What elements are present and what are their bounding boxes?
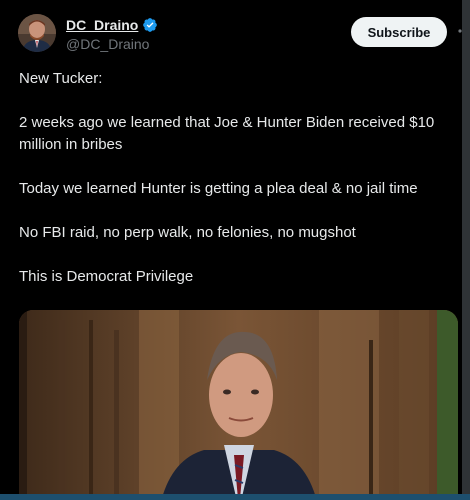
post-text: New Tucker: 2 weeks ago we learned that … (19, 68, 455, 310)
video-thumbnail[interactable] (19, 310, 458, 500)
avatar[interactable] (18, 14, 56, 52)
post-paragraph: This is Democrat Privilege (19, 268, 194, 285)
subscribe-button[interactable]: Subscribe (351, 17, 447, 47)
avatar-image (18, 14, 56, 52)
post-paragraph: No FBI raid, no perp walk, no felonies, … (19, 224, 356, 241)
post-paragraph: New Tucker: (19, 70, 103, 87)
display-name[interactable]: DC_Draino (66, 17, 138, 33)
post-frame: DC_Draino @DC_Draino Subscribe New Tucke… (0, 0, 470, 500)
verified-badge-icon (142, 17, 158, 33)
post-paragraph: Today we learned Hunter is getting a ple… (19, 180, 418, 197)
post-header: DC_Draino @DC_Draino Subscribe (18, 14, 468, 58)
author-block: DC_Draino @DC_Draino (66, 16, 158, 52)
handle[interactable]: @DC_Draino (66, 36, 158, 52)
display-name-row: DC_Draino (66, 16, 158, 34)
post-paragraph: 2 weeks ago we learned that Joe & Hunter… (19, 114, 435, 153)
bottom-edge-bar (0, 494, 470, 500)
scrollbar[interactable] (462, 0, 470, 500)
video-frame-image (19, 310, 458, 500)
